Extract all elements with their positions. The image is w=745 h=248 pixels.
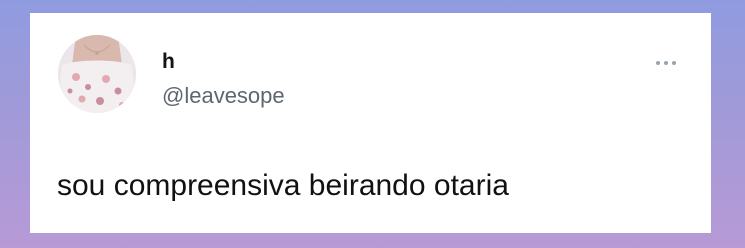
tweet-text: sou compreensiva beirando otaria xyxy=(57,169,509,202)
author-name[interactable]: h xyxy=(162,51,175,72)
author-handle[interactable]: @leavesope xyxy=(162,85,285,107)
more-options-button[interactable] xyxy=(646,53,686,73)
more-horizontal-icon-dot xyxy=(664,61,668,65)
avatar-photo xyxy=(58,35,136,113)
avatar[interactable] xyxy=(58,35,136,113)
more-horizontal-icon-dot xyxy=(672,61,676,65)
tweet-card: h @leavesope sou compreensiva beirando o… xyxy=(30,13,711,233)
more-horizontal-icon xyxy=(656,61,660,65)
